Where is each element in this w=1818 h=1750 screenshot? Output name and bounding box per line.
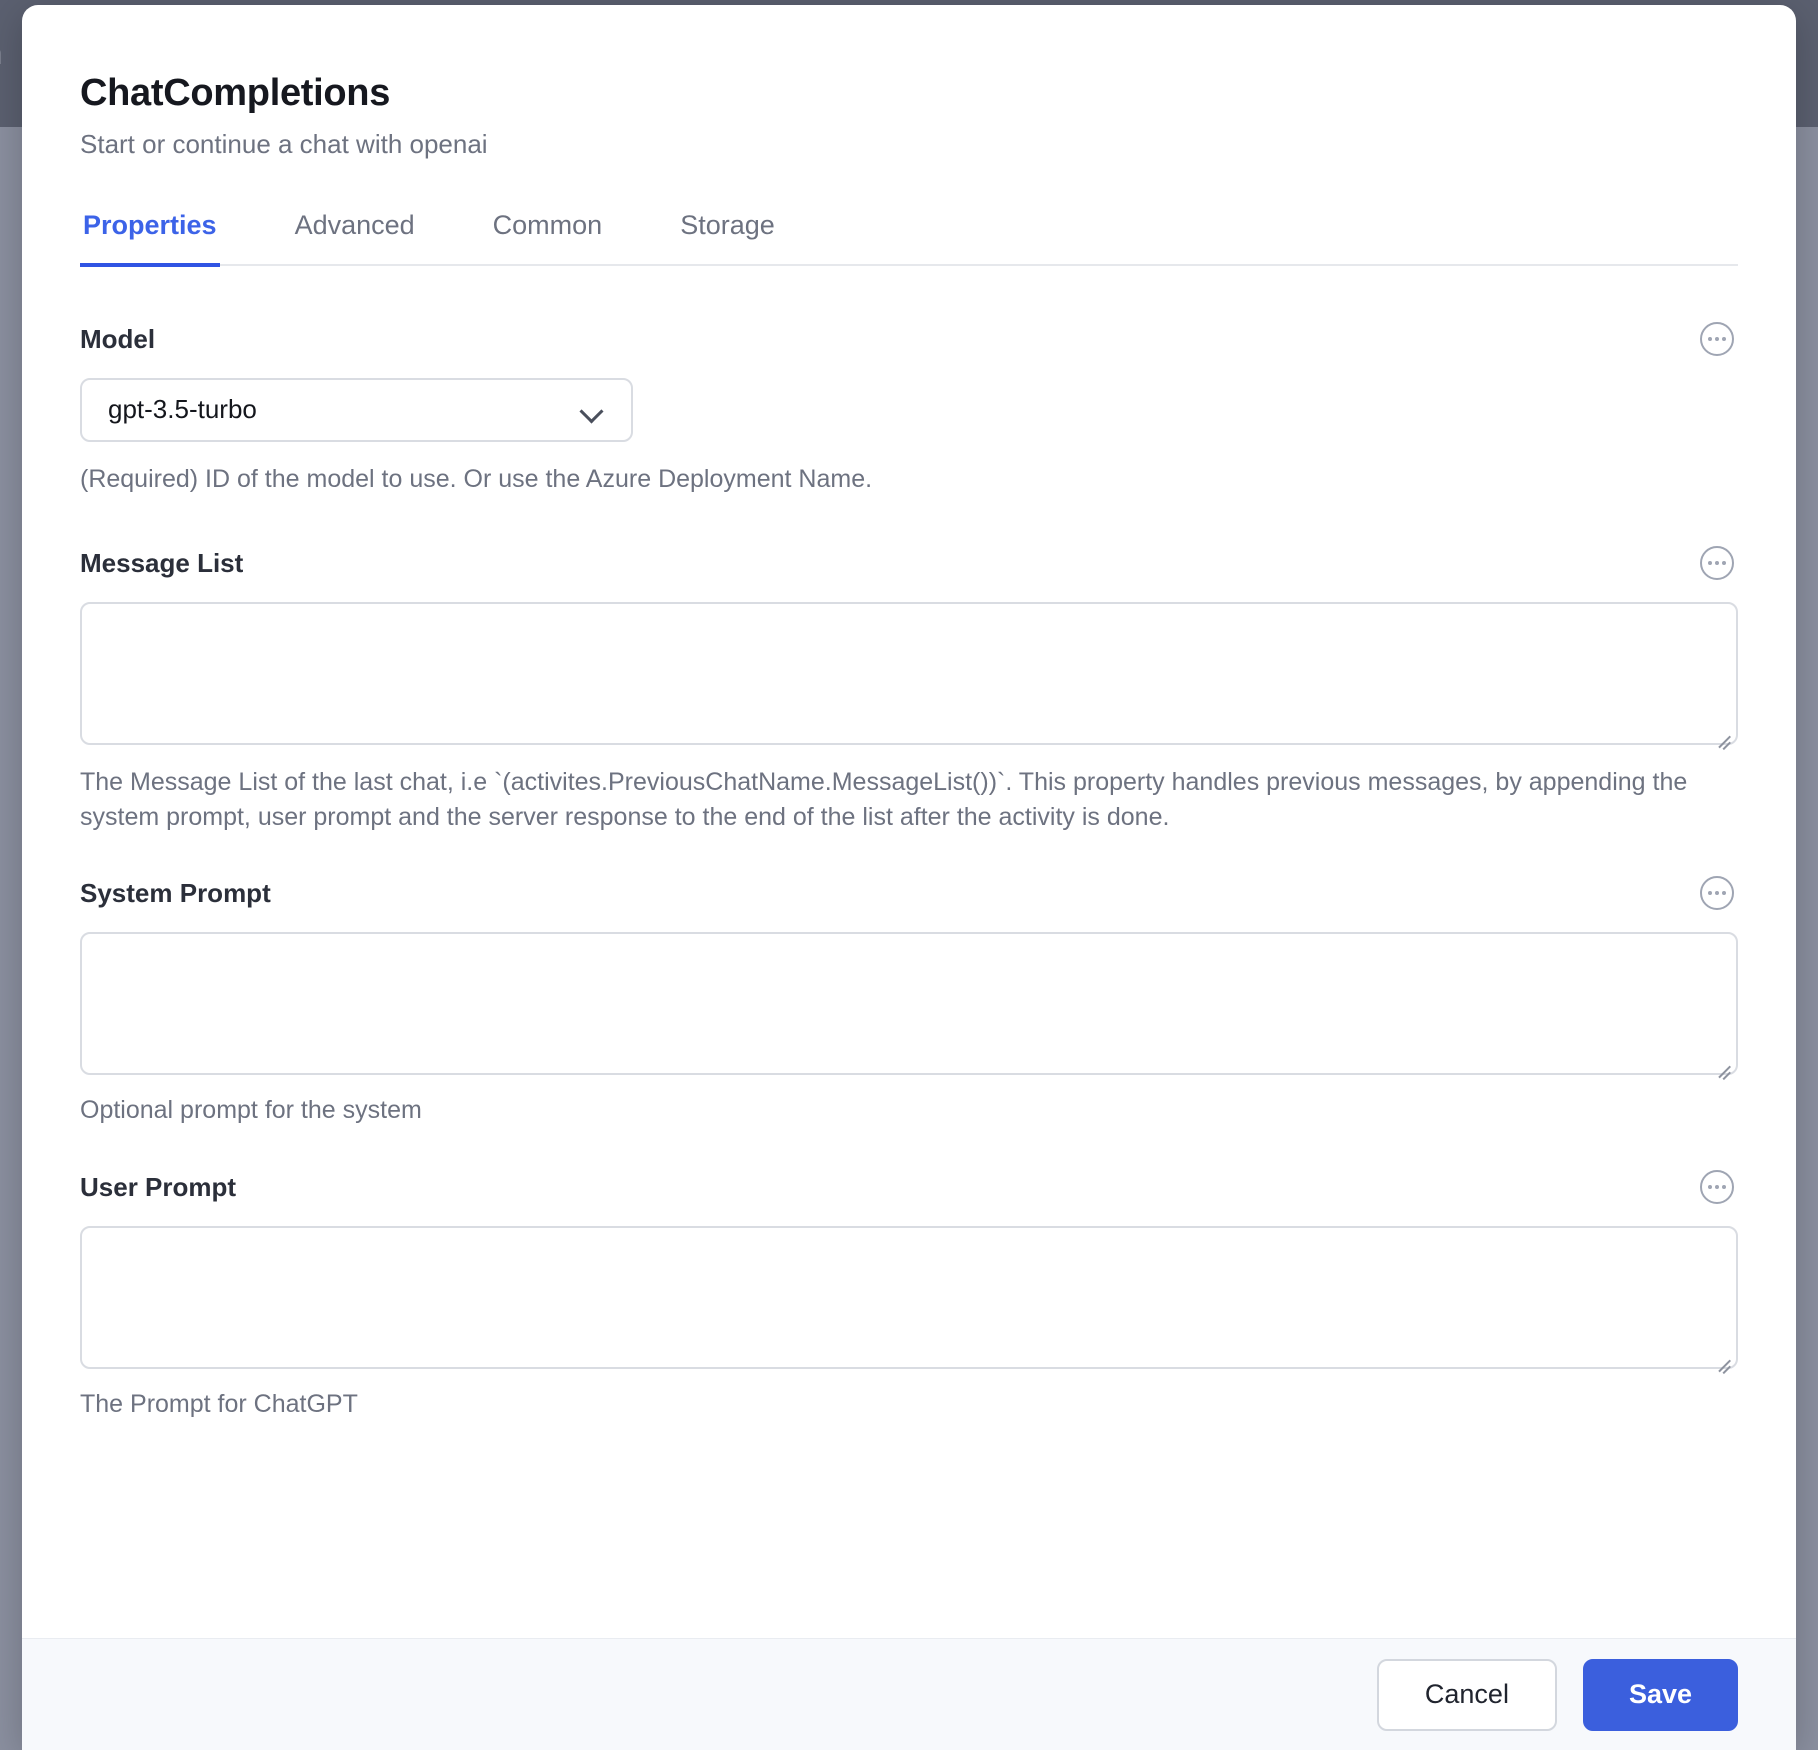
ellipsis-circle-icon[interactable] bbox=[1700, 321, 1734, 356]
page-subtitle: Start or continue a chat with openai bbox=[80, 128, 488, 159]
field-model-help: (Required) ID of the model to use. Or us… bbox=[80, 464, 873, 493]
chat-completions-dialog: ChatCompletions Start or continue a chat… bbox=[22, 5, 1796, 1750]
chevron-down-icon bbox=[581, 403, 603, 416]
model-select-value: gpt-3.5-turbo bbox=[108, 394, 257, 425]
resize-handle-icon[interactable] bbox=[1714, 722, 1732, 751]
ellipsis-circle-icon[interactable] bbox=[1700, 1169, 1734, 1204]
field-message-list-label: Message List bbox=[80, 548, 244, 579]
message-list-input[interactable] bbox=[80, 602, 1738, 751]
field-message-list: Message List The Message List of the las… bbox=[80, 546, 1738, 834]
user-prompt-input[interactable] bbox=[80, 1225, 1738, 1375]
model-select[interactable]: gpt-3.5-turbo bbox=[80, 377, 633, 442]
field-model-header: Model bbox=[80, 321, 1738, 356]
tab-storage[interactable]: Storage bbox=[677, 204, 778, 267]
tab-common[interactable]: Common bbox=[490, 204, 606, 267]
field-system-prompt-help: Optional prompt for the system bbox=[80, 1096, 422, 1125]
field-user-prompt-header: User Prompt bbox=[80, 1169, 1738, 1204]
system-prompt-input[interactable] bbox=[80, 932, 1738, 1081]
field-message-list-help: The Message List of the last chat, i.e `… bbox=[80, 768, 1688, 831]
page-title: ChatCompletions bbox=[80, 72, 391, 114]
field-user-prompt: User Prompt The Prompt for ChatGPT bbox=[80, 1169, 1738, 1422]
field-user-prompt-label: User Prompt bbox=[80, 1171, 237, 1202]
ellipsis-circle-icon[interactable] bbox=[1700, 546, 1734, 581]
backdrop-text-fragment: n bbox=[0, 38, 3, 72]
model-select-wrapper: gpt-3.5-turbo bbox=[80, 377, 633, 442]
resize-handle-icon[interactable] bbox=[1714, 1346, 1732, 1375]
tab-properties[interactable]: Properties bbox=[80, 204, 220, 267]
dialog-footer: Cancel Save bbox=[22, 1638, 1796, 1750]
field-model: Model gpt-3.5-turbo (Required) ID of the… bbox=[80, 321, 1738, 497]
resize-handle-icon[interactable] bbox=[1714, 1052, 1732, 1081]
field-system-prompt-header: System Prompt bbox=[80, 876, 1738, 911]
field-system-prompt: System Prompt Optional prompt for the sy… bbox=[80, 876, 1738, 1128]
dialog-body: ChatCompletions Start or continue a chat… bbox=[22, 5, 1796, 1638]
field-user-prompt-help: The Prompt for ChatGPT bbox=[80, 1389, 358, 1418]
field-model-label: Model bbox=[80, 323, 156, 354]
field-message-list-header: Message List bbox=[80, 546, 1738, 581]
tab-bar: Properties Advanced Common Storage bbox=[80, 204, 1738, 267]
tab-advanced[interactable]: Advanced bbox=[292, 204, 418, 267]
save-button[interactable]: Save bbox=[1582, 1658, 1738, 1731]
field-system-prompt-label: System Prompt bbox=[80, 878, 271, 909]
cancel-button[interactable]: Cancel bbox=[1376, 1658, 1557, 1731]
ellipsis-circle-icon[interactable] bbox=[1700, 876, 1734, 911]
